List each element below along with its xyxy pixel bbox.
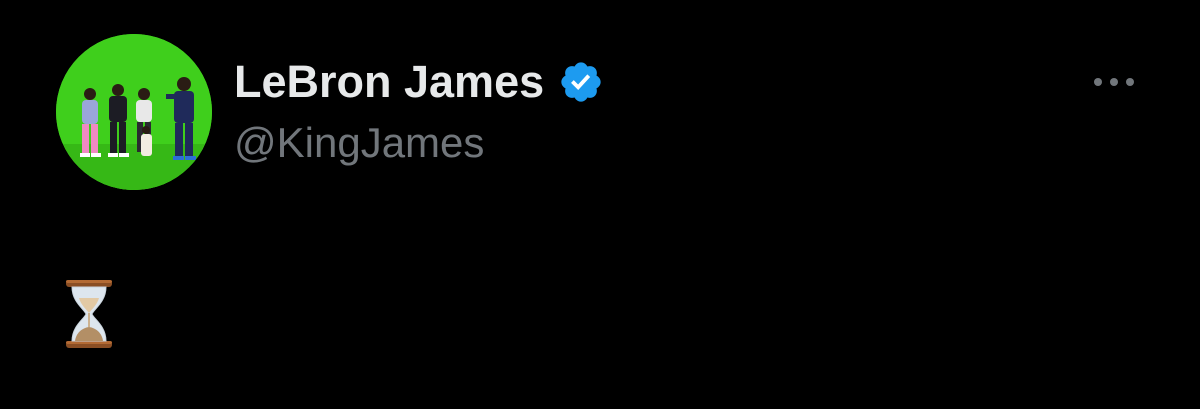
tweet-body	[62, 278, 362, 358]
author-avatar[interactable]	[56, 34, 212, 190]
avatar-photo	[56, 34, 212, 190]
author-display-name[interactable]: LeBron James	[234, 54, 544, 110]
more-options-icon[interactable]	[1094, 70, 1134, 94]
tweet-header-card: LeBron James @KingJames	[0, 0, 1200, 409]
more-dot	[1110, 78, 1118, 86]
hourglass-icon	[62, 278, 362, 350]
verified-badge-icon[interactable]	[558, 59, 604, 105]
author-handle[interactable]: @KingJames	[234, 116, 484, 170]
author-name-row: LeBron James	[234, 54, 604, 110]
more-dot	[1126, 78, 1134, 86]
more-dot	[1094, 78, 1102, 86]
